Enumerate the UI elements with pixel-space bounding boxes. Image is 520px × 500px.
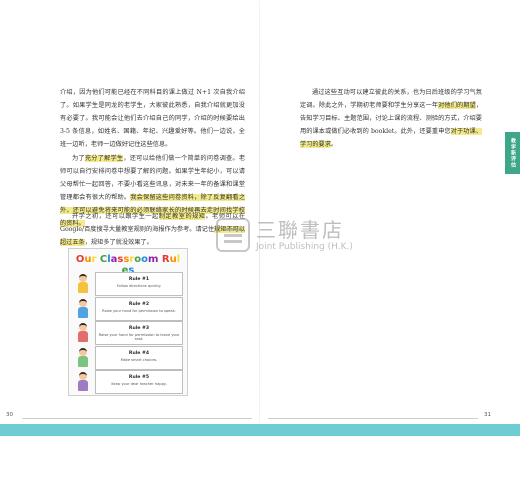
poster-rule-row: Rule #4 Make smart choices. bbox=[73, 345, 183, 370]
poster-title-letter: o bbox=[134, 254, 142, 265]
left-footer-rule bbox=[22, 418, 252, 419]
poster-rule-row: Rule #5 Keep your dear teacher happy. bbox=[73, 369, 183, 394]
poster-title-letter: R bbox=[161, 254, 170, 265]
rule-text: Keep your dear teacher happy. bbox=[111, 382, 167, 386]
poster-title-letter: O bbox=[75, 254, 85, 265]
poster-rule-row: Rule #2 Raise your hand for permission to… bbox=[73, 296, 183, 321]
left-page-number: 30 bbox=[6, 412, 13, 418]
rule-number: Rule #4 bbox=[128, 350, 150, 356]
child-illustration-icon bbox=[75, 323, 91, 343]
poster-title-letter: o bbox=[141, 254, 148, 265]
body-text: 。 bbox=[330, 141, 338, 148]
body-text: 介绍，因为他们可能已经在不同科目的课上做过 N+1 次自我介绍了。如果学生是同龙… bbox=[60, 89, 245, 148]
publisher-watermark: 三聯書店 Joint Publishing (H.K.) bbox=[216, 214, 356, 270]
poster-title-letter: a bbox=[110, 254, 118, 265]
rule-number: Rule #1 bbox=[128, 277, 150, 282]
classroom-rules-poster: Our Classroom Rules Rule #1 Follow direct… bbox=[68, 248, 188, 396]
book-spread: 介绍，因为他们可能已经在不同科目的课上做过 N+1 次自我介绍了。如果学生是同龙… bbox=[0, 0, 520, 500]
right-paragraph-1: 通过这些互动可以建立彼此的关系，也为日后班级的学习气氛定调。除此之外，学期初老师… bbox=[300, 86, 483, 151]
left-paragraph-1: 介绍，因为他们可能已经在不同科目的课上做过 N+1 次自我介绍了。如果学生是同龙… bbox=[60, 86, 245, 151]
body-text: ，规矩多了就没效果了。 bbox=[84, 239, 153, 246]
chapter-side-tab: 教学新评估 bbox=[505, 132, 520, 174]
child-illustration-icon bbox=[75, 347, 91, 368]
poster-rule-box: Rule #2 Raise your hand for permission to… bbox=[95, 296, 183, 321]
body-text: 为了 bbox=[72, 155, 85, 162]
rule-number: Rule #3 bbox=[128, 326, 150, 331]
rule-number: Rule #2 bbox=[128, 301, 150, 307]
right-footer-rule bbox=[268, 418, 478, 419]
watermark-english: Joint Publishing (H.K.) bbox=[256, 242, 353, 252]
rule-text: Make smart choices. bbox=[120, 357, 158, 362]
poster-title-letter: m bbox=[148, 254, 159, 265]
rule-text: Raise your hand for permission to speak. bbox=[102, 308, 176, 313]
rule-text: Follow directions quickly. bbox=[116, 284, 162, 288]
poster-rule-row: Rule #1 Follow directions quickly. bbox=[73, 271, 183, 296]
poster-title-letter: C bbox=[99, 254, 108, 265]
bottom-color-band bbox=[0, 424, 520, 436]
body-text: 开学之初，还可以跟学生一起 bbox=[72, 213, 159, 220]
poster-rule-box: Rule #1 Follow directions quickly. bbox=[95, 272, 183, 296]
publisher-logo-icon bbox=[216, 218, 250, 252]
child-illustration-icon bbox=[75, 372, 91, 392]
poster-rule-box: Rule #3 Raise your hand for permission to… bbox=[95, 321, 183, 345]
poster-title-letter: u bbox=[84, 254, 92, 265]
poster-title-letter: u bbox=[169, 254, 177, 265]
highlighted-text: 充分了解学生 bbox=[84, 155, 124, 162]
highlighted-text: 制定教室的规矩 bbox=[158, 213, 206, 220]
highlighted-text: 对他们的期望 bbox=[438, 102, 476, 109]
rule-text: Raise your hand for permission to leave … bbox=[98, 333, 180, 342]
child-illustration-icon bbox=[75, 298, 91, 319]
poster-rule-row: Rule #3 Raise your hand for permission to… bbox=[73, 320, 183, 345]
poster-title-letter: l bbox=[176, 254, 181, 265]
poster-rule-box: Rule #4 Make smart choices. bbox=[95, 345, 183, 370]
poster-rule-box: Rule #5 Keep your dear teacher happy. bbox=[95, 370, 183, 394]
watermark-chinese: 三聯書店 bbox=[256, 218, 344, 242]
rule-number: Rule #5 bbox=[128, 375, 150, 380]
right-page-number: 31 bbox=[484, 412, 491, 418]
child-illustration-icon bbox=[75, 274, 91, 294]
